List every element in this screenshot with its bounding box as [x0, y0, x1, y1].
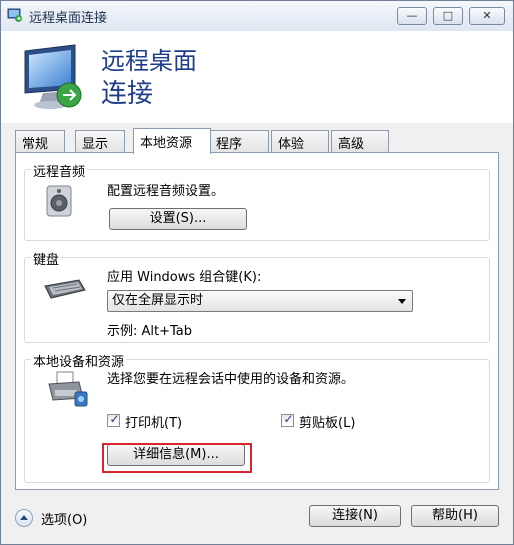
tab-local-resources[interactable]: 本地资源	[133, 128, 211, 154]
keyboard-combination-selected: 仅在全屏显示时	[112, 293, 204, 308]
keyboard-combination-dropdown[interactable]: 仅在全屏显示时	[107, 290, 413, 312]
remote-desktop-monitor-icon	[24, 44, 82, 109]
tab-advanced[interactable]: 高级	[331, 130, 389, 152]
chevron-down-icon	[398, 299, 406, 304]
keyboard-example: 示例: Alt+Tab	[107, 324, 193, 339]
details-button-highlight	[102, 443, 252, 473]
printers-checkbox[interactable]: ✓	[107, 412, 120, 427]
checkmark-icon: ✓	[283, 412, 294, 426]
printers-label[interactable]: 打印机(T)	[125, 412, 182, 431]
keyboard-icon	[44, 279, 86, 299]
window-title: 远程桌面连接	[29, 11, 108, 26]
keyboard-group-title: 键盘	[31, 249, 62, 268]
tab-panel-local-resources: 远程音频 配置远程音频设置。 设置(S)... 键盘 应用 Windows 组合…	[15, 152, 499, 490]
maximize-icon: □	[442, 9, 454, 22]
remote-audio-group-title: 远程音频	[31, 161, 88, 180]
tab-programs[interactable]: 程序	[209, 130, 269, 152]
header-title-line2: 连接	[101, 79, 154, 109]
close-icon: ✕	[482, 9, 492, 22]
close-button[interactable]: ✕	[469, 7, 505, 25]
options-toggle-label[interactable]: 选项(O)	[41, 509, 87, 528]
options-expand-icon[interactable]	[15, 509, 33, 527]
clipboard-label[interactable]: 剪贴板(L)	[299, 412, 355, 431]
keyboard-group: 键盘 应用 Windows 组合键(K): 仅在全屏显示时 示例: Alt+Ta…	[24, 249, 490, 343]
clipboard-checkbox[interactable]: ✓	[281, 412, 294, 427]
help-button[interactable]: 帮助(H)	[411, 505, 499, 527]
tab-experience[interactable]: 体验	[271, 130, 329, 152]
local-devices-description: 选择您要在远程会话中使用的设备和资源。	[107, 372, 355, 387]
speaker-icon	[46, 185, 72, 217]
remote-desktop-app-icon	[7, 8, 22, 22]
minimize-icon: —	[406, 9, 418, 22]
minimize-button[interactable]: —	[397, 7, 427, 25]
keyboard-description: 应用 Windows 组合键(K):	[107, 270, 262, 285]
audio-settings-button[interactable]: 设置(S)...	[109, 208, 247, 230]
local-devices-group: 本地设备和资源 选择您要在远程会话中使用的设备和资源。 ✓ 打印机(T) ✓ 剪…	[24, 351, 490, 483]
remote-audio-description: 配置远程音频设置。	[107, 184, 225, 199]
connect-button[interactable]: 连接(N)	[309, 505, 401, 527]
maximize-button[interactable]: □	[433, 7, 463, 25]
checkmark-icon: ✓	[109, 412, 120, 426]
header-title-line1: 远程桌面	[101, 47, 197, 75]
title-bar[interactable]: 远程桌面连接 — □ ✕	[1, 1, 513, 31]
printer-devices-icon	[48, 371, 88, 407]
tab-general[interactable]: 常规	[15, 130, 65, 152]
header-banner: 远程桌面 连接	[1, 31, 513, 123]
chevron-up-icon	[20, 515, 28, 520]
remote-audio-group: 远程音频 配置远程音频设置。 设置(S)...	[24, 161, 490, 241]
remote-desktop-window: 远程桌面连接 — □ ✕ 远程桌面 连接 常规 显示 本地资源 程序 体验 高级…	[0, 0, 514, 545]
tab-display[interactable]: 显示	[75, 130, 125, 152]
